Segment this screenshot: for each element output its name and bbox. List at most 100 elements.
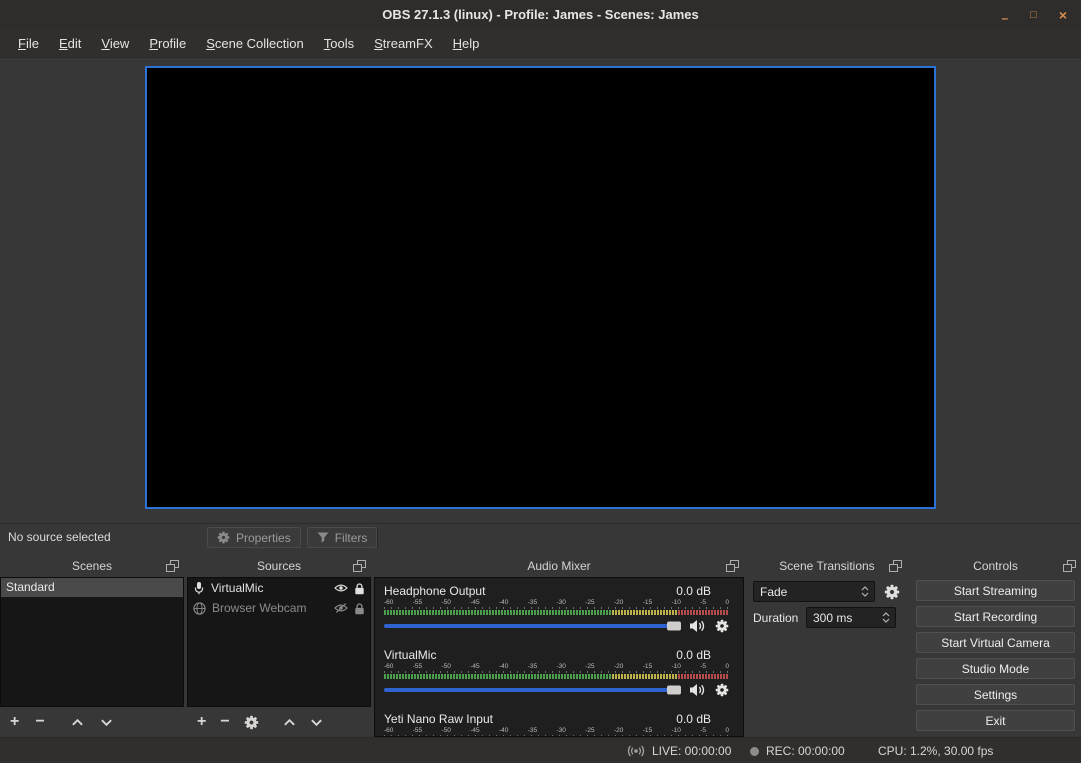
mixer-tickmarks: [384, 607, 729, 609]
speaker-icon[interactable]: [689, 619, 706, 633]
sources-list[interactable]: VirtualMic Browser Webcam: [187, 577, 371, 707]
start-recording-button[interactable]: Start Recording: [916, 606, 1075, 627]
live-time: LIVE: 00:00:00: [652, 744, 731, 758]
dock-popout-icon[interactable]: [726, 560, 739, 572]
menu-help[interactable]: Help: [443, 32, 490, 55]
lock-icon[interactable]: [354, 582, 365, 595]
volume-slider[interactable]: [384, 688, 680, 692]
menu-streamfx[interactable]: StreamFX: [364, 32, 443, 55]
rec-dot-icon: [750, 747, 759, 756]
properties-button[interactable]: Properties: [207, 527, 301, 548]
duration-input[interactable]: 300 ms: [806, 607, 896, 628]
scenes-list[interactable]: Standard: [0, 577, 184, 707]
scale-tick: -45: [470, 599, 479, 607]
scale-tick: -40: [499, 663, 508, 671]
spin-up-icon[interactable]: [861, 586, 869, 591]
audio-mixer-dock-title: Audio Mixer: [374, 556, 744, 576]
scene-item[interactable]: Standard: [1, 578, 183, 597]
controls-dock-title: Controls: [910, 556, 1081, 576]
scale-tick: 0: [725, 599, 729, 607]
exit-button[interactable]: Exit: [916, 710, 1075, 731]
preview-canvas[interactable]: [145, 66, 936, 509]
volume-slider-handle[interactable]: [667, 622, 681, 631]
minimize-button[interactable]: –: [1001, 12, 1008, 24]
transition-value: Fade: [754, 585, 857, 599]
source-toolbar: No source selected Properties Filters: [0, 523, 1081, 551]
rec-time: REC: 00:00:00: [766, 744, 845, 758]
transition-gear-icon[interactable]: [884, 584, 900, 600]
audio-mixer-body: Headphone Output 0.0 dB -60-55-50-45-40-…: [374, 577, 744, 737]
scale-tick: -60: [384, 599, 393, 607]
toolbar-divider: [377, 528, 378, 548]
mixer-channel-name: VirtualMic: [384, 648, 436, 662]
lock-icon[interactable]: [354, 602, 365, 615]
scenes-dock: Scenes Standard + −: [0, 556, 184, 737]
menu-tools[interactable]: Tools: [314, 32, 364, 55]
source-row[interactable]: Browser Webcam: [188, 598, 370, 618]
dock-popout-icon[interactable]: [353, 560, 366, 572]
menu-scene-collection[interactable]: Scene Collection: [196, 32, 314, 55]
volume-slider-handle[interactable]: [667, 686, 681, 695]
add-source-button[interactable]: +: [197, 714, 206, 730]
scale-tick: -10: [672, 727, 681, 735]
transition-select[interactable]: Fade: [753, 581, 875, 602]
obs-window: OBS 27.1.3 (linux) - Profile: James - Sc…: [0, 0, 1081, 763]
move-source-up-button[interactable]: [283, 718, 296, 727]
volume-meter: [384, 674, 729, 679]
add-scene-button[interactable]: +: [10, 714, 19, 730]
menu-profile[interactable]: Profile: [139, 32, 196, 55]
scale-tick: -55: [413, 727, 422, 735]
menu-file[interactable]: File: [8, 32, 49, 55]
spin-up-icon[interactable]: [882, 612, 890, 617]
scale-tick: -40: [499, 599, 508, 607]
window-title: OBS 27.1.3 (linux) - Profile: James - Sc…: [0, 0, 1081, 30]
menu-edit[interactable]: Edit: [49, 32, 91, 55]
mixer-db-scale: -60-55-50-45-40-35-30-25-20-15-10-50: [384, 727, 729, 735]
start-virtual-camera-button[interactable]: Start Virtual Camera: [916, 632, 1075, 653]
menu-bar: File Edit View Profile Scene Collection …: [0, 30, 1081, 58]
filters-button[interactable]: Filters: [307, 527, 378, 548]
settings-button[interactable]: Settings: [916, 684, 1075, 705]
source-properties-gear-icon[interactable]: [244, 715, 259, 730]
scale-tick: -30: [557, 599, 566, 607]
mixer-channel: Yeti Nano Raw Input 0.0 dB -60-55-50-45-…: [384, 711, 729, 737]
transitions-dock-title: Scene Transitions: [747, 556, 907, 576]
scenes-dock-title: Scenes: [0, 556, 184, 576]
spin-down-icon[interactable]: [882, 618, 890, 623]
studio-mode-button[interactable]: Studio Mode: [916, 658, 1075, 679]
close-button[interactable]: ×: [1059, 8, 1067, 22]
dock-popout-icon[interactable]: [1063, 560, 1076, 572]
dock-popout-icon[interactable]: [166, 560, 179, 572]
window-controls: – □ ×: [1001, 0, 1067, 30]
scale-tick: -35: [528, 727, 537, 735]
controls-dock: Controls Start Streaming Start Recording…: [910, 556, 1081, 737]
dock-popout-icon[interactable]: [889, 560, 902, 572]
scale-tick: -55: [413, 663, 422, 671]
scale-tick: -35: [528, 599, 537, 607]
source-row[interactable]: VirtualMic: [188, 578, 370, 598]
menu-view[interactable]: View: [91, 32, 139, 55]
visibility-eye-slash-icon[interactable]: [334, 603, 348, 613]
speaker-icon[interactable]: [689, 683, 706, 697]
start-streaming-button[interactable]: Start Streaming: [916, 580, 1075, 601]
remove-scene-button[interactable]: −: [35, 714, 44, 730]
visibility-eye-icon[interactable]: [334, 583, 348, 593]
mixer-channel: VirtualMic 0.0 dB -60-55-50-45-40-35-30-…: [384, 647, 729, 699]
performance-stats: CPU: 1.2%, 30.00 fps: [878, 738, 993, 763]
scale-tick: -45: [470, 663, 479, 671]
move-scene-up-button[interactable]: [71, 718, 84, 727]
mixer-gear-icon[interactable]: [715, 683, 729, 697]
titlebar[interactable]: OBS 27.1.3 (linux) - Profile: James - Sc…: [0, 0, 1081, 30]
properties-label: Properties: [236, 531, 291, 545]
remove-source-button[interactable]: −: [220, 714, 229, 730]
gear-icon: [217, 531, 230, 544]
scale-tick: -45: [470, 727, 479, 735]
scale-tick: -40: [499, 727, 508, 735]
spin-down-icon[interactable]: [861, 592, 869, 597]
move-scene-down-button[interactable]: [100, 718, 113, 727]
move-source-down-button[interactable]: [310, 718, 323, 727]
mixer-gear-icon[interactable]: [715, 619, 729, 633]
mixer-db-scale: -60-55-50-45-40-35-30-25-20-15-10-50: [384, 599, 729, 607]
volume-slider[interactable]: [384, 624, 680, 628]
maximize-button[interactable]: □: [1030, 10, 1037, 21]
